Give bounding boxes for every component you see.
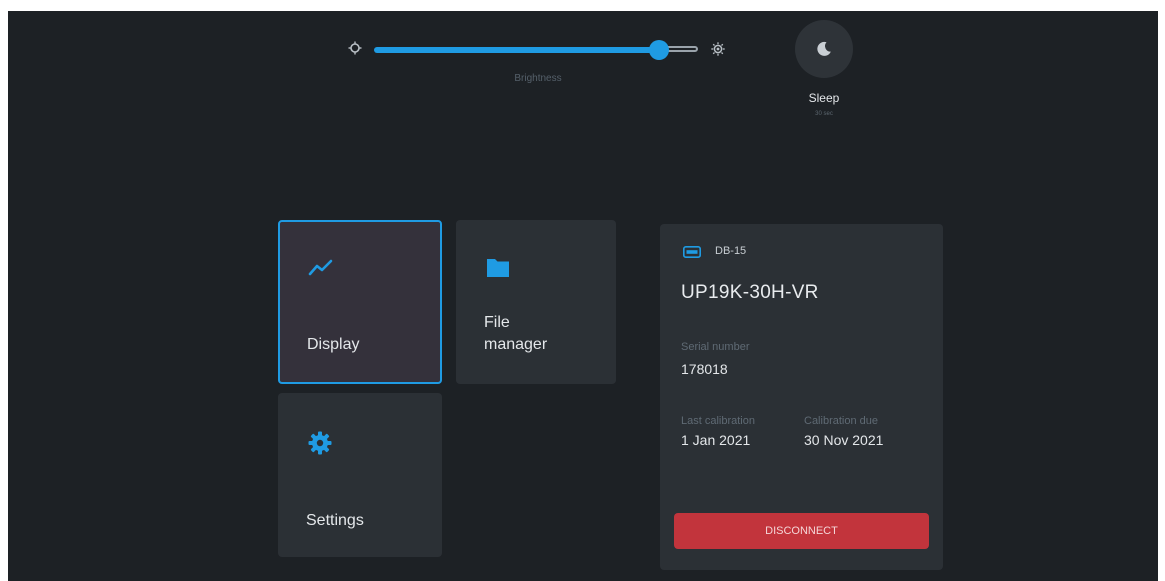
device-model: UP19K-30H-VR <box>681 282 819 303</box>
connector-icon <box>683 246 701 258</box>
folder-icon <box>487 259 509 277</box>
device-card: DB-15 UP19K-30H-VR Serial number 178018 … <box>660 224 943 570</box>
chart-line-icon <box>308 259 333 276</box>
gear-icon <box>308 431 332 455</box>
tile-display[interactable]: Display <box>278 220 442 384</box>
tile-settings[interactable]: Settings <box>278 393 442 557</box>
brightness-label: Brightness <box>514 73 562 84</box>
calibration-due-value: 30 Nov 2021 <box>804 432 884 448</box>
slider-fill <box>374 47 659 53</box>
sun-low-icon[interactable] <box>348 41 362 55</box>
tile-settings-label: Settings <box>306 512 364 529</box>
slider-thumb[interactable] <box>649 40 669 60</box>
last-calibration-value: 1 Jan 2021 <box>681 432 751 448</box>
sleep-timeout: 30 sec <box>815 111 833 117</box>
tile-display-label: Display <box>307 336 360 353</box>
tile-file-manager[interactable]: File manager <box>456 220 616 384</box>
screen: Brightness Sleep 30 sec Display File man… <box>8 11 1158 581</box>
moon-icon <box>817 41 831 56</box>
port-label: DB-15 <box>715 245 747 257</box>
tile-file-manager-label: File manager <box>484 314 548 353</box>
sleep-button[interactable] <box>795 20 853 78</box>
brightness-slider[interactable] <box>374 40 698 60</box>
last-calibration-label: Last calibration <box>681 415 755 427</box>
calibration-due-label: Calibration due <box>804 415 878 427</box>
serial-number-value: 178018 <box>681 361 728 377</box>
disconnect-button[interactable]: DISCONNECT <box>674 513 929 549</box>
sun-high-icon[interactable] <box>711 42 725 56</box>
sleep-label: Sleep <box>808 91 840 105</box>
serial-number-label: Serial number <box>681 341 750 353</box>
